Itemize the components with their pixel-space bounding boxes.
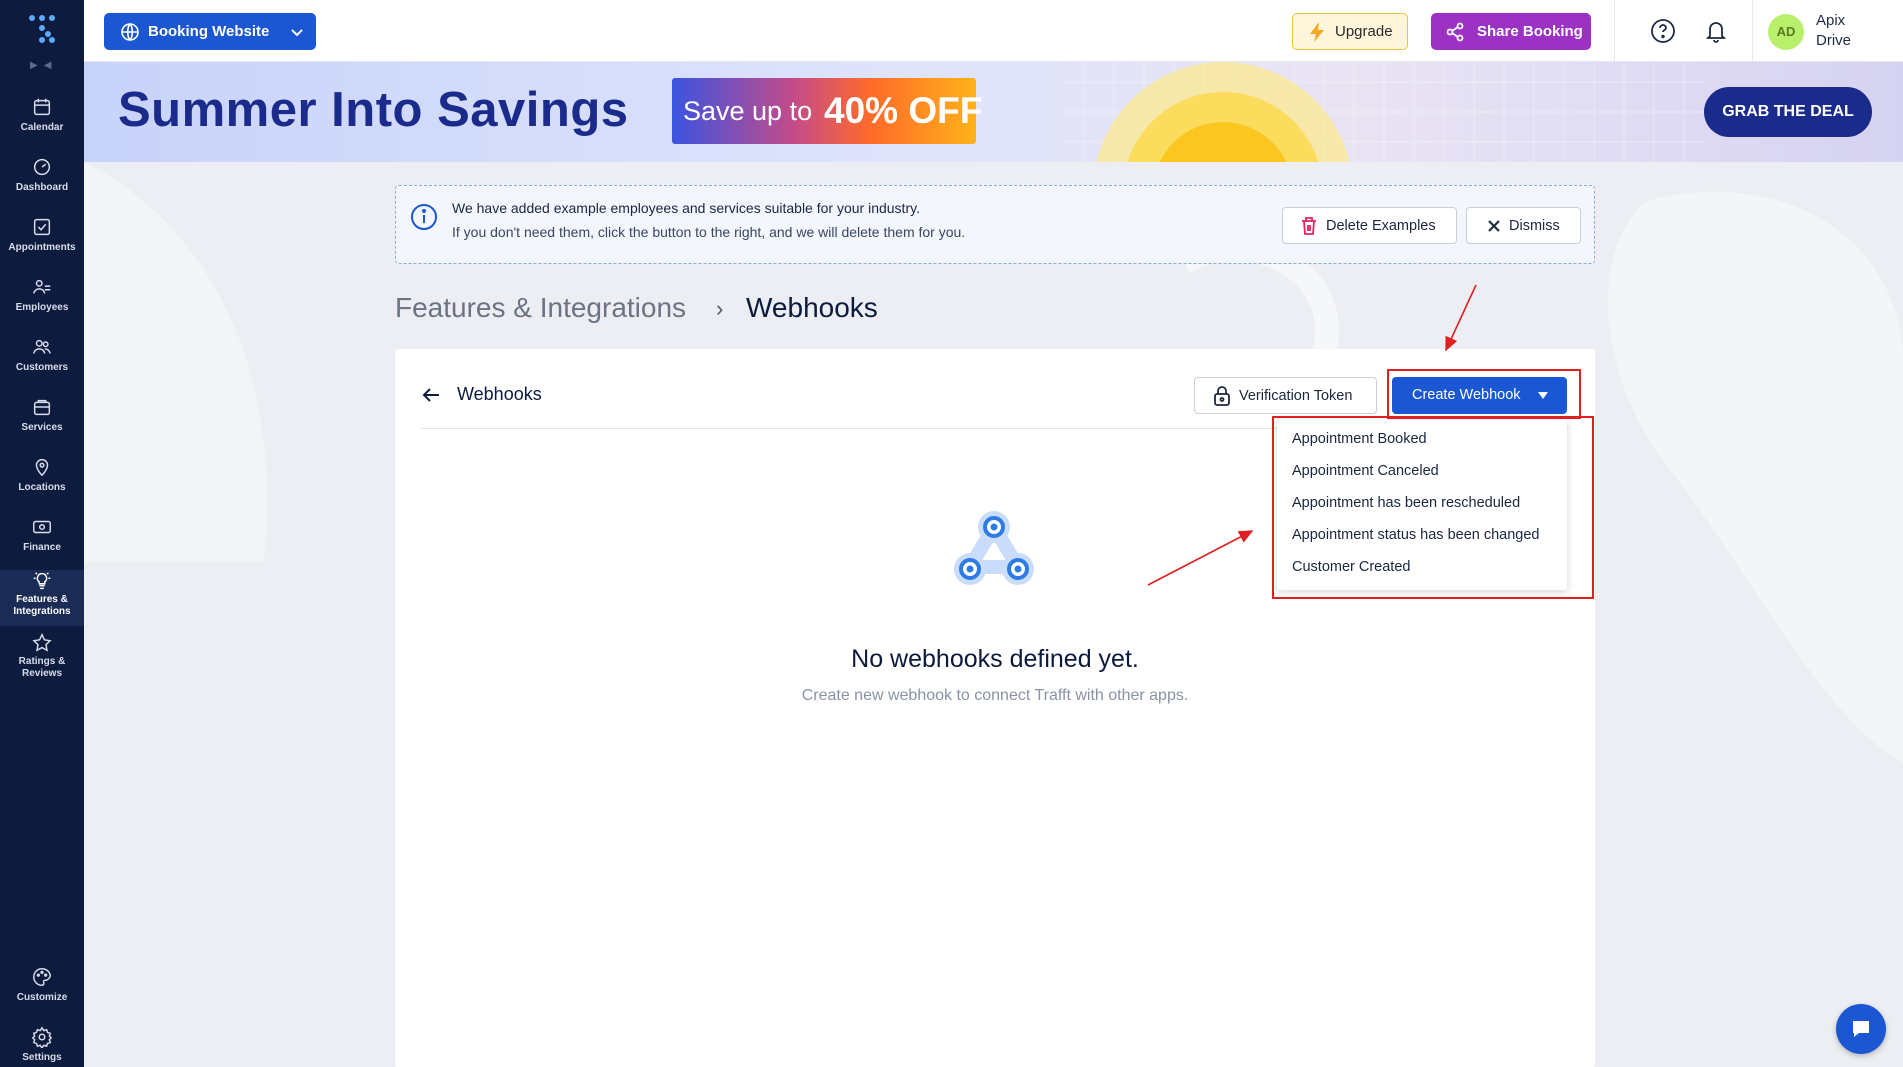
star-icon <box>32 633 52 652</box>
top-bar: Booking Website Upgrade Share Booking AD… <box>84 0 1903 62</box>
divider <box>1614 0 1615 62</box>
sidebar-item-label: Locations <box>18 482 66 493</box>
upgrade-label: Upgrade <box>1335 23 1393 40</box>
sidebar-item-label: Appointments <box>8 242 76 253</box>
avatar[interactable]: AD <box>1768 14 1804 50</box>
notice-line-1: We have added example employees and serv… <box>452 200 920 216</box>
gear-icon <box>31 1026 53 1048</box>
dismiss-label: Dismiss <box>1509 218 1560 234</box>
discount-badge: Save up to 40% OFF <box>672 78 982 144</box>
delete-examples-button[interactable]: Delete Examples <box>1282 207 1457 244</box>
help-icon[interactable] <box>1650 18 1676 44</box>
location-pin-icon <box>35 459 49 477</box>
finance-icon <box>33 520 51 534</box>
appointments-icon <box>33 218 51 236</box>
sidebar-item-customers[interactable]: Customers <box>0 336 84 394</box>
employees-icon <box>33 279 51 294</box>
sidebar-item-label: Services <box>21 422 63 433</box>
card-title: Webhooks <box>457 384 542 404</box>
sidebar-item-services[interactable]: Services <box>0 396 84 454</box>
example-data-notice: We have added example employees and serv… <box>395 185 1595 264</box>
sidebar-item-settings[interactable]: Settings <box>0 1026 84 1067</box>
share-booking-label: Share Booking <box>1477 23 1583 40</box>
lock-icon <box>1214 386 1230 406</box>
sidebar-item-label: Calendar <box>20 122 64 133</box>
lightbulb-icon <box>33 572 51 590</box>
upgrade-button[interactable]: Upgrade <box>1292 13 1408 50</box>
discount-prefix: Save up to <box>683 96 813 126</box>
verification-token-button[interactable]: Verification Token <box>1194 377 1377 414</box>
sidebar-item-label: Employees <box>15 302 69 313</box>
chat-button[interactable] <box>1836 1004 1886 1054</box>
empty-state-title: No webhooks defined yet. <box>851 645 1139 673</box>
trash-icon <box>1302 217 1316 235</box>
sidebar-item-appointments[interactable]: Appointments <box>0 216 84 274</box>
sidebar-item-customize[interactable]: Customize <box>0 966 84 1024</box>
booking-website-label: Booking Website <box>148 23 270 40</box>
sidebar-item-ratings-reviews[interactable]: Ratings & Reviews <box>0 632 84 690</box>
services-icon <box>33 399 51 416</box>
dashboard-icon <box>33 158 51 176</box>
highlight-box <box>1272 416 1594 599</box>
booking-website-dropdown[interactable]: Booking Website <box>104 13 316 50</box>
calendar-icon <box>33 98 51 116</box>
grab-the-deal-button[interactable]: GRAB THE DEAL <box>1704 87 1872 137</box>
share-icon <box>1446 22 1464 42</box>
divider <box>1752 0 1753 62</box>
user-name[interactable]: Apix Drive <box>1816 11 1876 51</box>
info-icon <box>411 204 437 230</box>
empty-state-subtitle: Create new webhook to connect Trafft wit… <box>801 687 1189 704</box>
globe-icon <box>121 23 139 41</box>
dismiss-button[interactable]: Dismiss <box>1466 207 1581 244</box>
sidebar-item-dashboard[interactable]: Dashboard <box>0 156 84 214</box>
sun-decoration <box>1096 62 1350 162</box>
sidebar: ▶◀ Calendar Dashboard Appointments Emplo… <box>0 0 84 1067</box>
verification-token-label: Verification Token <box>1239 388 1353 404</box>
chevron-down-icon <box>291 29 303 37</box>
sidebar-item-label: Dashboard <box>15 182 69 193</box>
close-icon <box>1488 220 1500 232</box>
app-logo-icon[interactable] <box>28 14 56 44</box>
sidebar-item-label: Features & Integrations <box>13 594 71 617</box>
bell-icon[interactable] <box>1704 18 1728 44</box>
discount-value: 40% OFF <box>824 90 983 131</box>
collapse-sidebar-icon[interactable]: ▶◀ <box>30 60 57 71</box>
sidebar-item-label: Ratings & Reviews <box>18 656 66 679</box>
palette-icon <box>33 968 51 986</box>
webhook-icon <box>954 511 1034 585</box>
promo-title: Summer Into Savings <box>118 83 629 137</box>
sidebar-item-features-integrations[interactable]: Features & Integrations <box>0 570 84 626</box>
sidebar-item-locations[interactable]: Locations <box>0 456 84 514</box>
lightning-icon <box>1310 22 1324 42</box>
chat-icon <box>1853 1021 1869 1037</box>
breadcrumb-separator: › <box>716 296 724 321</box>
sidebar-item-calendar[interactable]: Calendar <box>0 96 84 154</box>
sidebar-item-label: Finance <box>23 542 61 553</box>
delete-examples-label: Delete Examples <box>1326 218 1436 234</box>
breadcrumb-current: Webhooks <box>746 292 878 323</box>
sidebar-item-label: Customize <box>16 992 68 1003</box>
notice-line-2: If you don't need them, click the button… <box>452 224 966 240</box>
sidebar-item-finance[interactable]: Finance <box>0 516 84 574</box>
promo-banner: Summer Into Savings Save up to 40% OFF G… <box>84 62 1903 162</box>
breadcrumb-parent[interactable]: Features & Integrations <box>395 292 686 324</box>
sidebar-item-label: Customers <box>15 362 69 373</box>
sidebar-item-employees[interactable]: Employees <box>0 276 84 334</box>
highlight-box <box>1387 369 1581 419</box>
share-booking-button[interactable]: Share Booking <box>1431 13 1591 50</box>
back-arrow-icon[interactable] <box>421 385 441 405</box>
customers-icon <box>33 339 51 354</box>
sidebar-item-label: Settings <box>22 1052 62 1063</box>
